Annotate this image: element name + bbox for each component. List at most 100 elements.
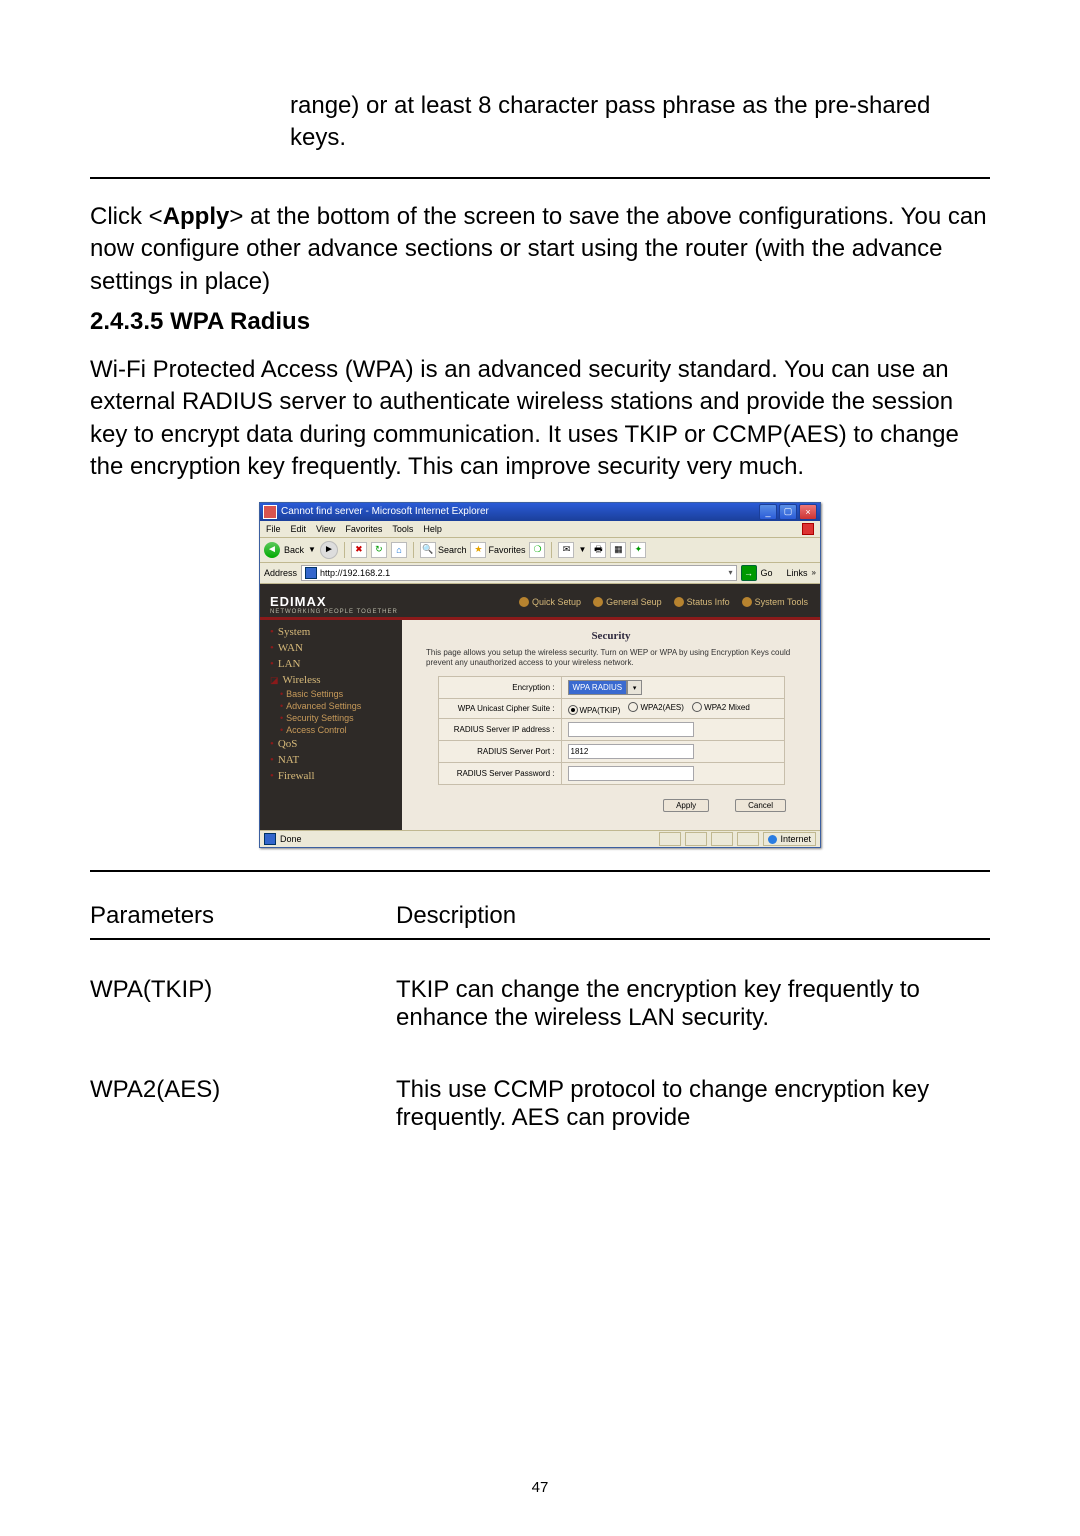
section-body: Wi-Fi Protected Access (WPA) is an advan… (90, 354, 990, 484)
menu-file[interactable]: File (266, 524, 281, 534)
radio-wpa2-aes[interactable]: WPA2(AES) (628, 702, 683, 712)
ie-throbber-icon (802, 523, 814, 535)
section-heading: 2.4.3.5 WPA Radius (90, 308, 990, 336)
param-desc: This use CCMP protocol to change encrypt… (396, 1068, 990, 1140)
sidebar-item-nat[interactable]: NAT (266, 752, 396, 768)
sidebar-sub-access[interactable]: Access Control (266, 724, 396, 736)
media-button[interactable]: ❍ (529, 542, 545, 558)
radius-ip-input[interactable] (568, 722, 694, 737)
table-row: WPA(TKIP) TKIP can change the encryption… (90, 968, 990, 1040)
sidebar-sub-advanced[interactable]: Advanced Settings (266, 700, 396, 712)
sidebar-item-system[interactable]: System (266, 624, 396, 640)
edit-button[interactable]: ▦ (610, 542, 626, 558)
menu-view[interactable]: View (316, 524, 335, 534)
radius-password-input[interactable] (568, 766, 694, 781)
panel-buttons: Apply Cancel (416, 799, 806, 812)
param-name: WPA2(AES) (90, 1068, 396, 1140)
ie-statusbar: Done Internet (260, 830, 820, 847)
parameters-table: Parameters Description WPA(TKIP) TKIP ca… (90, 894, 990, 1140)
sidebar-item-wan[interactable]: WAN (266, 640, 396, 656)
menu-help[interactable]: Help (423, 524, 442, 534)
tab-icon (742, 597, 752, 607)
sidebar-sub-basic[interactable]: Basic Settings (266, 688, 396, 700)
sidebar-item-wireless[interactable]: Wireless (266, 672, 396, 688)
status-done: Done (280, 834, 302, 844)
tab-icon (593, 597, 603, 607)
col-parameters: Parameters (90, 894, 396, 939)
table-row: WPA2(AES) This use CCMP protocol to chan… (90, 1068, 990, 1140)
radio-wpa2-mixed[interactable]: WPA2 Mixed (692, 702, 750, 712)
tab-icon (674, 597, 684, 607)
close-button[interactable]: × (799, 504, 817, 520)
cancel-button[interactable]: Cancel (735, 799, 786, 812)
stop-button[interactable]: ✖ (351, 542, 367, 558)
param-name: WPA(TKIP) (90, 968, 396, 1040)
home-button[interactable]: ⌂ (391, 542, 407, 558)
encryption-select[interactable]: WPA RADIUS ▾ (568, 680, 643, 695)
status-internet: Internet (780, 834, 811, 844)
refresh-button[interactable]: ↻ (371, 542, 387, 558)
links-label[interactable]: Links (787, 568, 808, 578)
menu-edit[interactable]: Edit (291, 524, 307, 534)
encryption-label: Encryption : (438, 677, 561, 699)
radius-port-label: RADIUS Server Port : (438, 741, 561, 763)
param-desc: TKIP can change the encryption key frequ… (396, 968, 990, 1040)
discuss-button[interactable]: ✦ (630, 542, 646, 558)
router-ui: System WAN LAN Wireless Basic Settings A… (260, 620, 820, 831)
ie-menubar: File Edit View Favorites Tools Help (260, 521, 820, 538)
sidebar-item-qos[interactable]: QoS (266, 736, 396, 752)
panel-description: This page allows you setup the wireless … (426, 648, 796, 669)
sidebar: System WAN LAN Wireless Basic Settings A… (260, 620, 402, 831)
search-button[interactable]: 🔍Search (420, 542, 467, 558)
page-icon (264, 833, 276, 845)
settings-table: Encryption : WPA RADIUS ▾ WPA Unicast Ci… (438, 676, 785, 785)
print-button[interactable]: 🖶 (590, 542, 606, 558)
go-label[interactable]: Go (761, 568, 773, 578)
screenshot-ie-window: Cannot find server - Microsoft Internet … (259, 502, 821, 849)
address-input[interactable]: http://192.168.2.1 ▾ (301, 565, 736, 581)
back-button[interactable]: ◄ (264, 542, 280, 558)
sidebar-item-firewall[interactable]: Firewall (266, 768, 396, 784)
back-label[interactable]: Back (284, 545, 304, 555)
sidebar-sub-security[interactable]: Security Settings (266, 712, 396, 724)
page-icon (305, 567, 317, 579)
col-description: Description (396, 894, 990, 939)
apply-button[interactable]: Apply (663, 799, 709, 812)
radio-wpa-tkip[interactable]: WPA(TKIP) (568, 705, 621, 715)
forward-button[interactable]: ► (320, 541, 338, 559)
window-title: Cannot find server - Microsoft Internet … (281, 506, 489, 517)
tab-icon (519, 597, 529, 607)
tab-status-info[interactable]: Status Info (668, 597, 736, 607)
history-button[interactable]: ✉ (558, 542, 574, 558)
minimize-button[interactable]: _ (759, 504, 777, 520)
top-tabs: Quick Setup General Seup Status Info Sys… (406, 593, 820, 607)
intro-fragment: range) or at least 8 character pass phra… (290, 90, 990, 155)
go-button[interactable]: → (741, 565, 757, 581)
radius-port-input[interactable]: 1812 (568, 744, 694, 759)
ie-titlebar: Cannot find server - Microsoft Internet … (260, 503, 820, 521)
cipher-suite-label: WPA Unicast Cipher Suite : (438, 699, 561, 719)
maximize-button[interactable]: ▢ (779, 504, 797, 520)
radius-password-label: RADIUS Server Password : (438, 763, 561, 785)
apply-instruction: Click <Apply> at the bottom of the scree… (90, 201, 990, 298)
window-controls: _ ▢ × (759, 504, 817, 520)
brand-logo: EDIMAXNETWORKING PEOPLE TOGETHER (270, 594, 400, 615)
panel-heading: Security (416, 630, 806, 642)
document-page: range) or at least 8 character pass phra… (0, 0, 1080, 1536)
tab-system-tools[interactable]: System Tools (736, 597, 814, 607)
tab-quick-setup[interactable]: Quick Setup (513, 597, 587, 607)
divider (90, 870, 990, 872)
menu-favorites[interactable]: Favorites (345, 524, 382, 534)
main-panel: Security This page allows you setup the … (402, 620, 820, 831)
favorites-button[interactable]: ★Favorites (470, 542, 525, 558)
radius-ip-label: RADIUS Server IP address : (438, 719, 561, 741)
tab-general-setup[interactable]: General Seup (587, 597, 668, 607)
menu-tools[interactable]: Tools (392, 524, 413, 534)
sidebar-item-lan[interactable]: LAN (266, 656, 396, 672)
ie-address-bar: Address http://192.168.2.1 ▾ → Go Links … (260, 563, 820, 584)
ie-app-icon (263, 505, 277, 519)
divider (90, 177, 990, 179)
internet-icon (768, 835, 777, 844)
address-label: Address (264, 568, 297, 578)
page-number: 47 (0, 1479, 1080, 1496)
